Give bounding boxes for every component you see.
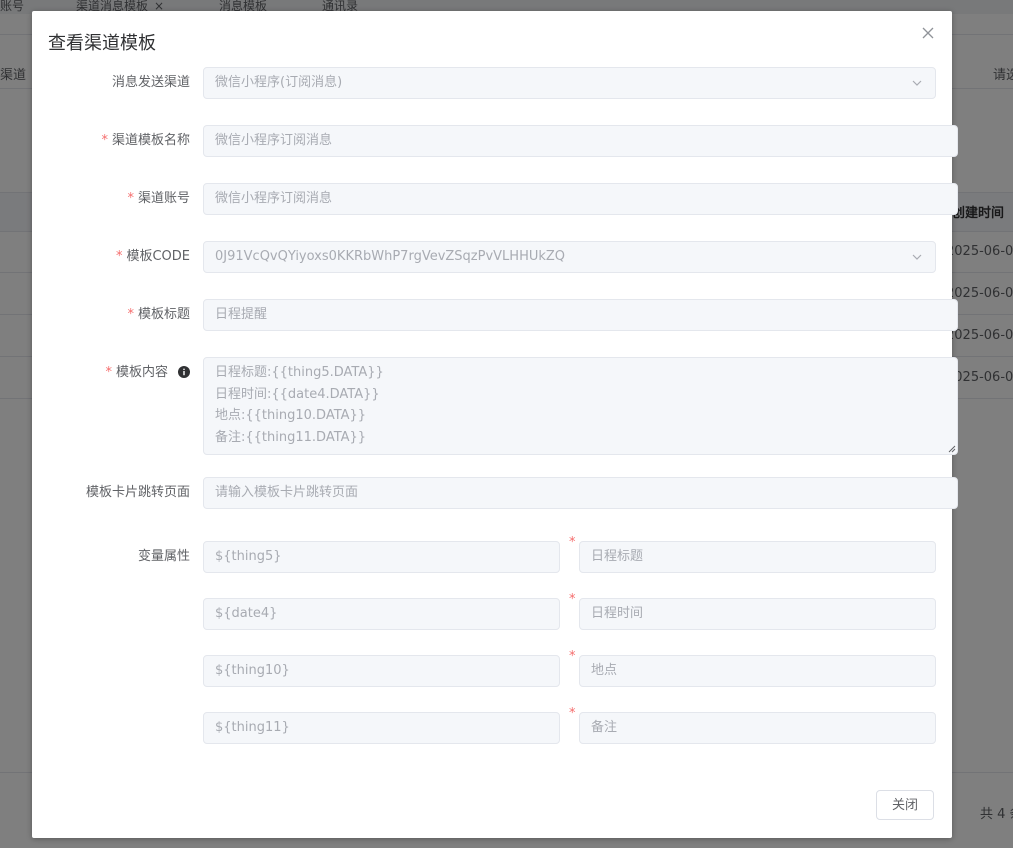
label-text: 模板标题 [137,307,190,322]
label-text: 模板CODE [126,249,190,264]
variable-key-value: ${date4} [215,606,278,621]
required-mark: * [569,535,576,550]
label-text: 变量属性 [137,549,190,564]
variable-key-value: ${thing11} [215,720,290,735]
variable-name-value: 备注 [591,720,618,735]
template-content-line: 日程标题:{{thing5.DATA}} [215,365,384,380]
required-mark: * [127,191,134,206]
required-mark: * [127,307,134,322]
view-channel-template-dialog: 查看渠道模板 消息发送渠道 微信小程序(订阅消息) * 渠道模板名称 微信小程序订… [32,11,958,838]
label-text: 消息发送渠道 [111,75,190,90]
variable-name-value: 日程标题 [591,549,644,564]
template-content-line: 日程时间:{{date4.DATA}} [215,386,380,402]
required-mark: * [101,133,108,148]
variable-key-input[interactable]: ${date4} [203,598,560,630]
account-value: 微信小程序订阅消息 [215,191,333,206]
template-content-line: 备注:{{thing11.DATA}} [215,429,367,445]
required-mark: * [569,706,576,721]
variable-name-input[interactable]: 日程标题 [579,541,936,573]
info-icon[interactable] [178,359,190,391]
chevron-down-icon [912,80,922,86]
variables-label: 变量属性 [32,541,190,573]
template-title-label: * 模板标题 [32,299,190,331]
template-name-label: * 渠道模板名称 [32,125,190,157]
channel-select[interactable]: 微信小程序(订阅消息) [203,67,936,99]
variable-key-input[interactable]: ${thing5} [203,541,560,573]
channel-select-value: 微信小程序(订阅消息) [215,75,343,90]
card-page-input[interactable]: 请输入模板卡片跳转页面 [203,477,958,509]
channel-label: 消息发送渠道 [32,67,190,99]
template-title-value: 日程提醒 [215,307,268,322]
account-label: * 渠道账号 [32,183,190,215]
dialog-title: 查看渠道模板 [48,33,156,54]
required-mark: * [115,249,123,264]
close-icon[interactable] [920,25,936,41]
template-code-select[interactable]: 0J91VcQvQYiyoxs0KKRbWhP7rgVevZSqzPvVLHHU… [203,241,936,273]
label-text: 模板内容 [115,365,168,380]
label-text: 模板卡片跳转页面 [85,485,190,500]
required-mark: * [105,365,112,380]
variable-name-input[interactable]: 地点 [579,655,936,687]
variable-name-value: 日程时间 [591,606,644,621]
template-content-textarea[interactable]: 日程标题:{{thing5.DATA}} 日程时间:{{date4.DATA}}… [203,357,958,455]
resize-handle-icon[interactable] [948,445,956,453]
label-text: 渠道模板名称 [111,133,190,148]
variable-key-input[interactable]: ${thing10} [203,655,560,687]
required-mark: * [569,649,576,664]
card-page-label: 模板卡片跳转页面 [32,477,190,509]
template-content-label: * 模板内容 [32,357,190,391]
template-code-label: * 模板CODE [32,241,190,273]
variable-key-input[interactable]: ${thing11} [203,712,560,744]
variable-name-input[interactable]: 备注 [579,712,936,744]
template-content-line: 地点:{{thing10.DATA}} [215,408,367,423]
variable-key-value: ${thing10} [215,663,290,678]
account-input[interactable]: 微信小程序订阅消息 [203,183,958,215]
template-name-input[interactable]: 微信小程序订阅消息 [203,125,958,157]
required-mark: * [569,592,576,607]
template-name-value: 微信小程序订阅消息 [215,133,333,148]
label-text: 渠道账号 [137,191,190,206]
variable-name-input[interactable]: 日程时间 [579,598,936,630]
variable-name-value: 地点 [591,663,618,678]
chevron-down-icon [912,254,922,260]
template-title-input[interactable]: 日程提醒 [203,299,958,331]
close-button[interactable]: 关闭 [876,790,934,820]
variable-key-value: ${thing5} [215,549,282,564]
card-page-placeholder: 请输入模板卡片跳转页面 [215,485,359,500]
template-code-value: 0J91VcQvQYiyoxs0KKRbWhP7rgVevZSqzPvVLHHU… [215,249,566,264]
